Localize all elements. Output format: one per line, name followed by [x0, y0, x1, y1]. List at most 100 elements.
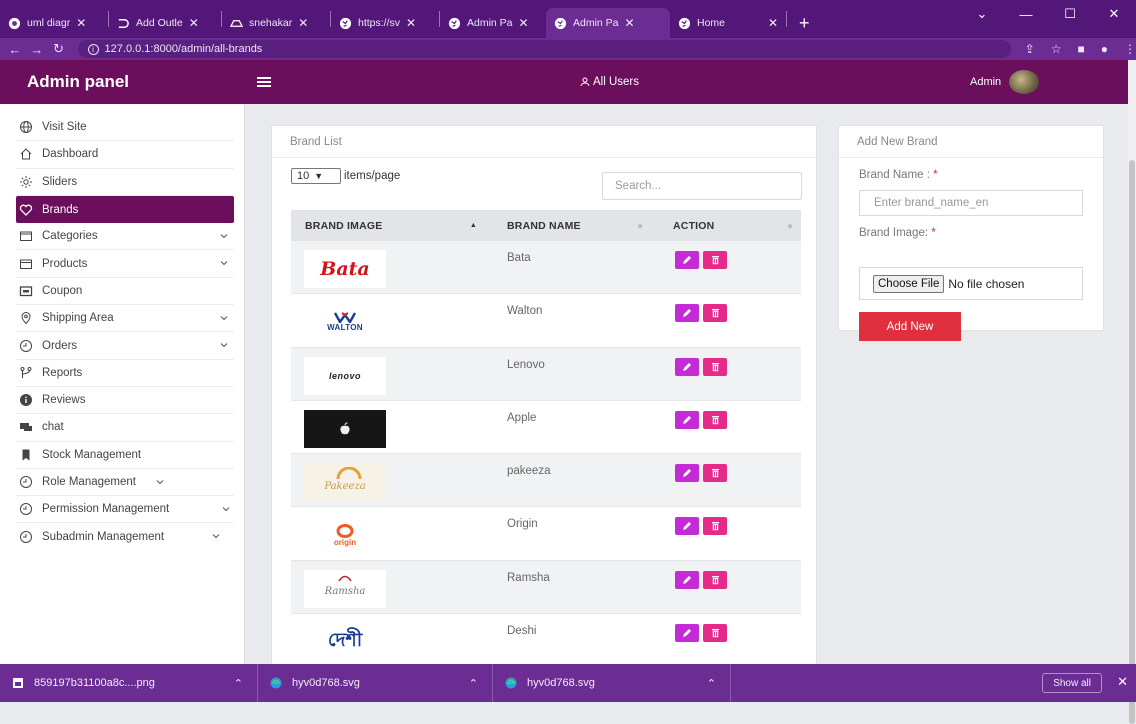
maximize-icon[interactable]: ☐ — [1048, 0, 1092, 28]
edit-button[interactable] — [675, 517, 699, 536]
star-icon[interactable]: ☆ — [1051, 42, 1062, 56]
browser-tab[interactable]: snehakar ✕ — [222, 8, 330, 38]
sidebar-item-coupon[interactable]: Coupon — [16, 278, 234, 306]
share-icon[interactable]: ⇪ — [1025, 42, 1035, 56]
brand-name-input[interactable]: Enter brand_name_en — [859, 190, 1083, 216]
info-icon[interactable]: i — [87, 43, 99, 55]
add-new-button[interactable]: Add New — [859, 312, 961, 341]
delete-button[interactable] — [703, 410, 727, 429]
sidebar-item-orders[interactable]: Orders — [16, 332, 234, 360]
reload-icon[interactable]: ↻ — [48, 41, 70, 57]
sidebar-item-permission-management[interactable]: Permission Management — [16, 496, 234, 524]
browser-tab[interactable]: Home ✕ — [670, 8, 786, 38]
download-item[interactable]: hyv0d768.svg ⌃ — [258, 664, 493, 702]
download-item[interactable]: 859197b31100a8c....png ⌃ — [0, 664, 258, 702]
chevron-down-icon[interactable] — [220, 314, 228, 322]
browser-tab-active[interactable]: Admin Pa ✕ — [546, 8, 670, 38]
tab-search-icon[interactable]: ⌄ — [960, 0, 1004, 28]
close-icon[interactable]: ✕ — [1117, 674, 1128, 690]
url-field[interactable]: i 127.0.0.1:8000/admin/all-brands — [77, 40, 1011, 58]
chevron-up-icon[interactable]: ⌃ — [707, 677, 716, 690]
delete-button[interactable] — [703, 517, 727, 536]
delete-button[interactable] — [703, 251, 727, 269]
sidebar-item-reviews[interactable]: Reviews — [16, 387, 234, 415]
browser-tab[interactable]: Admin Pa ✕ — [440, 8, 546, 38]
close-icon[interactable]: ✕ — [76, 16, 86, 30]
delete-button[interactable] — [703, 624, 727, 643]
sidebar-item-shipping-area[interactable]: Shipping Area — [16, 305, 234, 333]
edit-button[interactable] — [675, 570, 699, 589]
brand-image-file-input[interactable]: Choose File No file chosen — [859, 267, 1083, 300]
chevron-down-icon[interactable] — [222, 505, 230, 513]
browser-tab[interactable]: Add Outle ✕ — [109, 8, 221, 38]
hamburger-icon[interactable] — [257, 75, 271, 89]
download-item[interactable]: hyv0d768.svg ⌃ — [493, 664, 731, 702]
edit-button[interactable] — [675, 357, 699, 376]
page-size-select[interactable]: 10 ▼ — [291, 168, 341, 184]
page-scrollbar[interactable] — [1128, 60, 1136, 724]
browser-tab[interactable]: uml diagr ✕ — [0, 8, 108, 38]
pencil-icon — [683, 522, 691, 531]
edit-button[interactable] — [675, 304, 699, 323]
browser-tab[interactable]: https://sv ✕ — [331, 8, 439, 38]
sidebar-item-reports[interactable]: Reports — [16, 360, 234, 387]
app-title[interactable]: Admin panel — [0, 72, 245, 92]
box-icon — [20, 259, 32, 269]
sidebar-item-categories[interactable]: Categories — [16, 223, 234, 251]
delete-button[interactable] — [703, 570, 727, 589]
sidebar-item-visit-site[interactable]: Visit Site — [16, 114, 234, 142]
close-icon[interactable]: ✕ — [625, 16, 635, 30]
chevron-down-icon[interactable] — [156, 478, 164, 486]
all-users-link[interactable]: All Users — [580, 60, 639, 104]
trash-icon — [711, 362, 719, 371]
sidebar-item-subadmin-management[interactable]: Subadmin Management — [16, 523, 234, 550]
choose-file-button[interactable]: Choose File — [873, 274, 945, 293]
pencil-icon — [683, 309, 691, 318]
delete-button[interactable] — [703, 357, 727, 376]
close-icon[interactable]: ✕ — [768, 16, 778, 30]
avatar[interactable] — [1009, 70, 1040, 94]
edit-button[interactable] — [675, 410, 699, 429]
minimize-icon[interactable]: — — [1004, 0, 1048, 28]
admin-menu[interactable]: Admin — [970, 60, 1040, 104]
chevron-down-icon[interactable] — [220, 259, 228, 267]
back-icon[interactable]: ← — [4, 42, 26, 57]
sidebar-item-chat[interactable]: chat — [16, 414, 234, 442]
card-title: Add New Brand — [839, 126, 1103, 158]
sidebar-item-products[interactable]: Products — [16, 250, 234, 278]
close-icon[interactable]: ✕ — [189, 16, 199, 30]
sidebar-toggle-icon[interactable]: ■ — [1078, 42, 1085, 56]
chevron-up-icon[interactable]: ⌃ — [469, 677, 478, 690]
column-header-brand-image[interactable]: BRAND IMAGE ▲ — [291, 210, 491, 241]
search-input[interactable]: Search... — [602, 172, 802, 200]
trash-icon — [711, 575, 719, 584]
show-all-button[interactable]: Show all — [1042, 673, 1102, 693]
close-window-icon[interactable]: ✕ — [1092, 0, 1136, 28]
sidebar-item-sliders[interactable]: Sliders — [16, 169, 234, 196]
column-header-brand-name[interactable]: BRAND NAME ◆ — [491, 210, 651, 241]
edit-button[interactable] — [675, 624, 699, 643]
column-header-action[interactable]: ACTION ◆ — [651, 210, 801, 241]
delete-button[interactable] — [703, 304, 727, 323]
close-icon[interactable]: ✕ — [298, 16, 308, 30]
chevron-up-icon[interactable]: ⌃ — [234, 677, 243, 690]
sidebar-item-dashboard[interactable]: Dashboard — [16, 141, 234, 169]
sidebar-item-label: Dashboard — [42, 148, 99, 161]
close-icon[interactable]: ✕ — [406, 16, 416, 30]
delete-button[interactable] — [703, 464, 727, 483]
edit-button[interactable] — [675, 464, 699, 483]
close-icon[interactable]: ✕ — [519, 16, 529, 30]
sidebar-item-role-management[interactable]: Role Management — [16, 469, 234, 497]
chevron-down-icon[interactable] — [220, 341, 228, 349]
sidebar-item-brands[interactable]: Brands — [16, 195, 234, 224]
new-tab-button[interactable]: + — [787, 8, 822, 38]
scrollbar-thumb[interactable] — [1129, 160, 1135, 724]
profile-icon[interactable]: ● — [1101, 42, 1108, 56]
sidebar-item-stock-management[interactable]: Stock Management — [16, 442, 234, 469]
forward-icon[interactable]: → — [26, 42, 48, 57]
chevron-down-icon[interactable] — [220, 232, 228, 240]
chevron-down-icon[interactable] — [212, 532, 220, 540]
menu-icon[interactable]: ⋮ — [1124, 42, 1136, 56]
table-row: Pakeeza pakeeza — [291, 454, 801, 508]
edit-button[interactable] — [675, 251, 699, 269]
